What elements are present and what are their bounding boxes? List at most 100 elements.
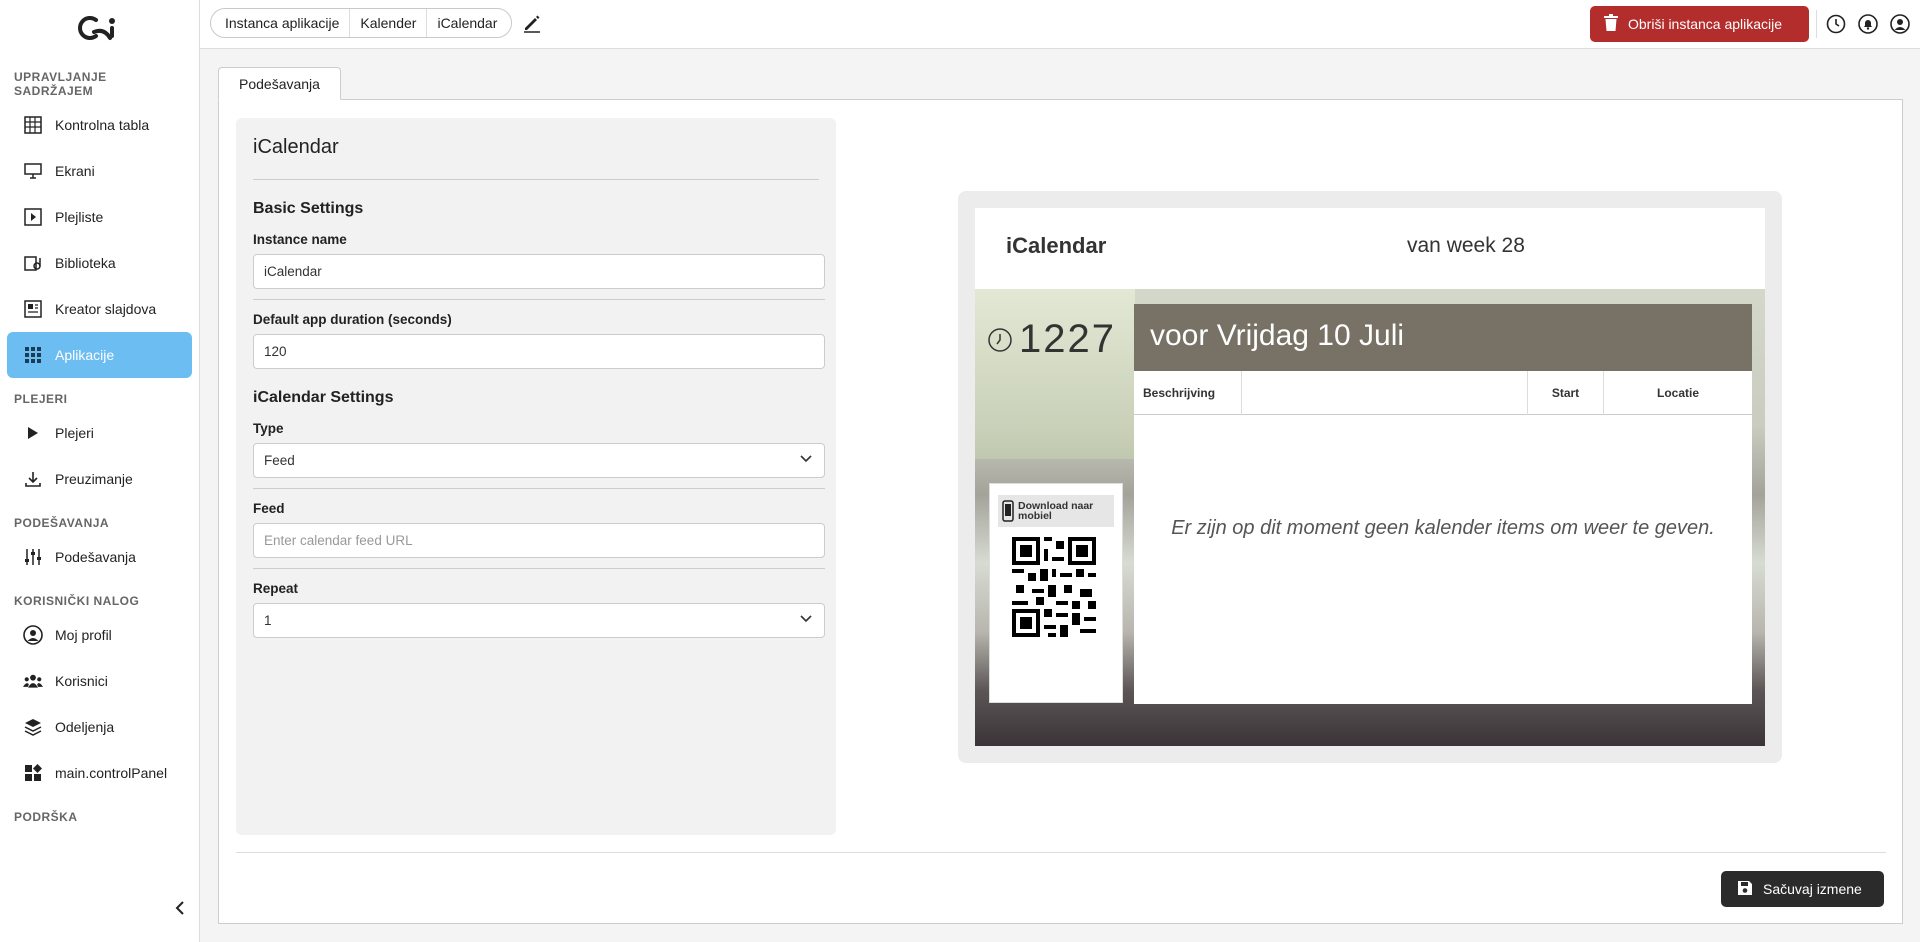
sidebar-item-label: Preuzimanje [55,471,133,487]
preview-qr-card: Download naar mobiel [989,483,1123,703]
sidebar-item-applications[interactable]: Aplikacije [7,332,192,378]
form-title: iCalendar [253,136,819,180]
type-label: Type [253,421,284,436]
instance-name-input[interactable]: iCalendar [253,254,825,289]
pencil-icon [524,15,540,33]
field-divider [253,568,825,569]
preview-week: van week 28 [1407,234,1525,257]
breadcrumb-item-calendar[interactable]: Kalender [350,9,428,37]
save-changes-button[interactable]: Sačuvaj izmene [1721,871,1884,907]
sidebar-item-playlists[interactable]: Plejliste [7,194,192,240]
col-spacer [1242,371,1528,415]
settings-panel: iCalendar Basic Settings Instance name i… [218,99,1903,924]
main-content: Podešavanja iCalendar Basic Settings Ins… [218,67,1903,924]
col-description: Beschrijving [1134,371,1242,415]
section-label-content: UPRAVLJANJE SADRŽAJEM [14,70,107,98]
breadcrumb: Instanca aplikacije Kalender iCalendar [210,8,513,38]
breadcrumb-item-icalendar[interactable]: iCalendar [427,9,507,37]
sidebar-item-slide-creator[interactable]: Kreator slajdova [7,286,192,332]
sidebar-item-label: Kreator slajdova [55,301,157,317]
sidebar-item-label: Podešavanja [55,549,136,565]
preview-window-light [975,289,1135,459]
chevron-down-icon [800,615,812,623]
topbar-divider [1816,10,1817,38]
tab-settings[interactable]: Podešavanja [218,67,341,100]
preview-clock: 1227 [987,317,1116,362]
sidebar-item-label: Moj profil [55,627,112,643]
topbar-icons [1824,12,1912,36]
sidebar-item-departments[interactable]: Odeljenja [7,704,192,750]
section-label-settings: PODEŠAVANJA [14,516,110,530]
sidebar-item-profile[interactable]: Moj profil [7,612,192,658]
breadcrumb-item-instance[interactable]: Instanca aplikacije [215,9,351,37]
sidebar-item-download[interactable]: Preuzimanje [7,456,192,502]
monitor-icon [23,161,43,181]
sidebar-item-label: Ekrani [55,163,95,179]
layers-icon [23,717,43,737]
sidebar-item-label: Biblioteka [55,255,116,271]
settings-form: iCalendar Basic Settings Instance name i… [236,118,836,835]
delete-instance-button[interactable]: Obriši instanca aplikacije [1590,6,1809,42]
user-circle-icon [23,625,43,645]
repeat-select[interactable]: 1 [253,603,825,638]
preview-day-heading: voor Vrijdag 10 Juli [1134,304,1752,371]
col-start: Start [1528,371,1604,415]
history-clock-icon[interactable] [1824,12,1848,36]
instance-name-label: Instance name [253,232,347,247]
logo-icon [77,16,115,40]
type-select[interactable]: Feed [253,443,825,478]
phone-icon [1002,500,1014,522]
qr-label: Download naar mobiel [998,495,1114,527]
preview-frame: iCalendar van week 28 1227 Download naar… [958,191,1782,763]
type-select-value: Feed [264,453,295,468]
sidebar-item-dashboard[interactable]: Kontrolna tabla [7,102,192,148]
download-icon [23,469,43,489]
library-icon [23,253,43,273]
save-button-label: Sačuvaj izmene [1763,881,1862,897]
play-icon [23,423,43,443]
preview-calendar-card: voor Vrijdag 10 Juli Beschrijving Start … [1134,304,1752,704]
playlist-icon [23,207,43,227]
chevron-left-icon [175,901,184,915]
footer-divider [236,852,1886,853]
qr-code-icon [1012,537,1096,637]
preview-time: 1227 [1019,317,1116,361]
sidebar-item-label: Kontrolna tabla [55,117,150,133]
sidebar-item-label: Aplikacije [55,347,115,363]
sidebar-item-label: Odeljenja [55,719,115,735]
delete-button-label: Obriši instanca aplikacije [1628,16,1783,32]
sidebar-item-users[interactable]: Korisnici [7,658,192,704]
qr-label-text: Download naar mobiel [1018,500,1094,522]
dashboard-icon [23,115,43,135]
account-icon[interactable] [1888,12,1912,36]
notifications-bell-icon[interactable] [1856,12,1880,36]
preview-title: iCalendar [1006,233,1107,258]
app-preview: iCalendar van week 28 1227 Download naar… [975,208,1765,746]
floppy-disk-icon [1737,880,1753,899]
feed-url-input[interactable]: Enter calendar feed URL [253,523,825,558]
preview-empty-message: Er zijn op dit moment geen kalender item… [1171,517,1715,539]
collapse-sidebar-button[interactable] [170,898,190,918]
sidebar-item-control-panel[interactable]: main.controlPanel [7,750,192,796]
sidebar-item-library[interactable]: Biblioteka [7,240,192,286]
trash-icon [1604,14,1618,34]
duration-input[interactable]: 120 [253,334,825,369]
section-label-players: PLEJERI [14,392,68,406]
users-icon [23,671,43,691]
clock-icon [988,327,1012,352]
sidebar-item-players[interactable]: Plejeri [7,410,192,456]
section-label-account: KORISNIČKI NALOG [14,594,140,608]
sidebar-item-label: Plejeri [55,425,94,441]
sidebar-item-settings[interactable]: Podešavanja [7,534,192,580]
preview-table-header: Beschrijving Start Locatie [1134,371,1752,415]
feed-label: Feed [253,501,285,516]
logo[interactable] [0,0,199,56]
sidebar-item-label: main.controlPanel [55,765,168,781]
preview-header: iCalendar van week 28 [975,208,1765,289]
sidebar-item-label: Korisnici [55,673,108,689]
repeat-select-value: 1 [264,613,272,628]
sliders-icon [23,547,43,567]
edit-title-button[interactable] [522,13,544,35]
sidebar-item-screens[interactable]: Ekrani [7,148,192,194]
chevron-down-icon [800,455,812,463]
